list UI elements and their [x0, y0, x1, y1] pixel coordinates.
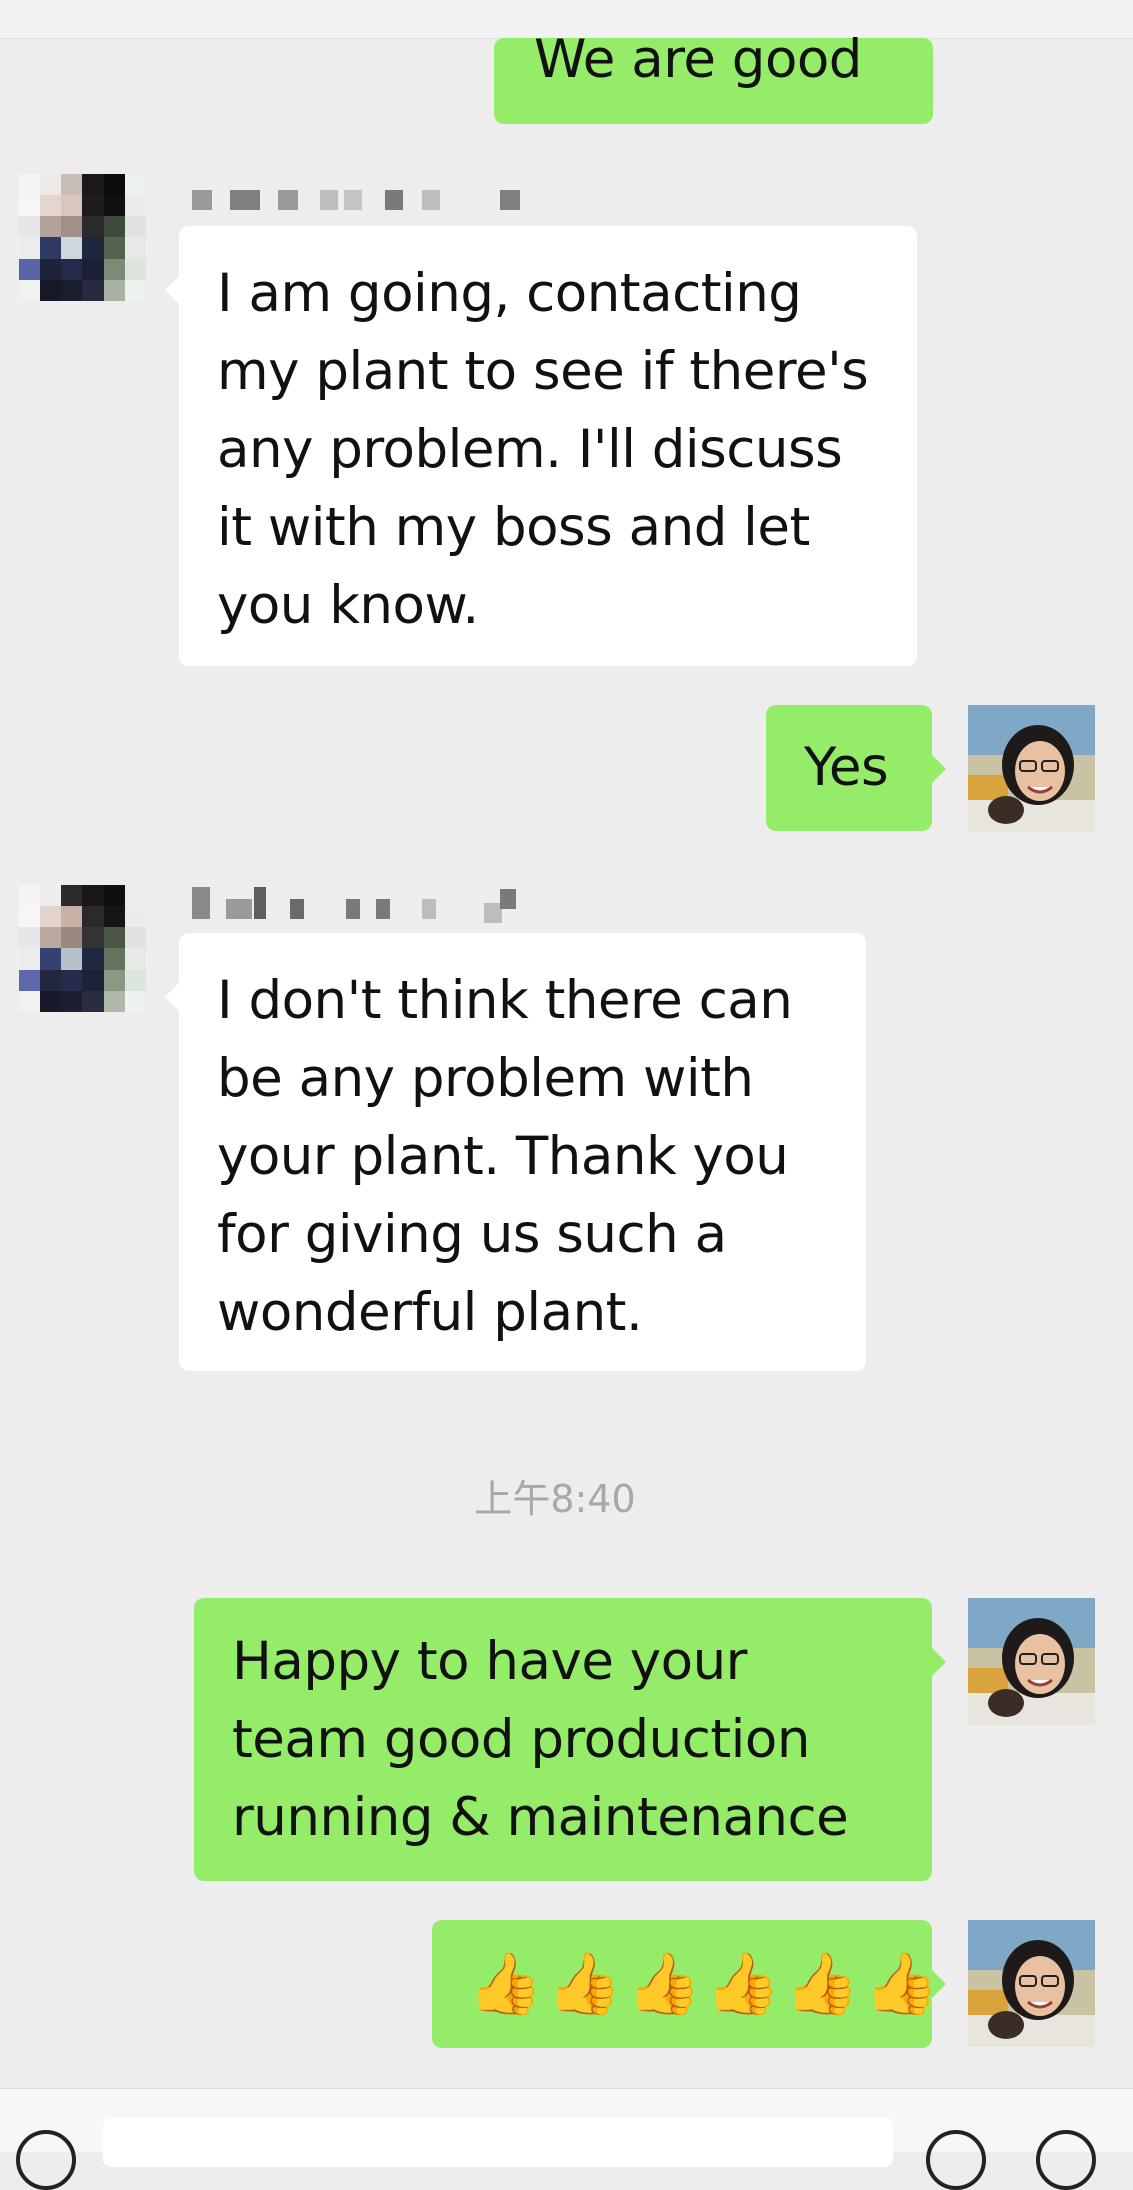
own-avatar[interactable]	[968, 1598, 1095, 1725]
thumbs-up-icon: 👍	[784, 1949, 860, 2019]
message-timestamp: 上午8:40	[474, 1477, 636, 1521]
message-bubble-incoming[interactable]: I am going, contacting my plant to see i…	[165, 226, 917, 666]
message-input[interactable]	[103, 2117, 893, 2167]
own-avatar-image	[968, 1598, 1095, 1725]
emoji-icon[interactable]	[926, 2130, 986, 2190]
own-avatar-image	[968, 705, 1095, 832]
message-line: Happy to have your	[232, 1631, 747, 1692]
own-avatar[interactable]	[968, 1920, 1095, 2047]
own-avatar-image	[968, 1920, 1095, 2047]
thumbs-up-icon: 👍	[705, 1949, 781, 2019]
message-bubble-outgoing[interactable]: Happy to have your team good production …	[194, 1598, 946, 1881]
message-bubble-outgoing[interactable]: Yes	[766, 705, 946, 831]
contact-name-blurred	[192, 887, 522, 923]
contact-avatar[interactable]	[19, 885, 146, 1012]
contact-avatar[interactable]	[19, 174, 146, 301]
thumbs-up-icon: 👍	[864, 1949, 939, 2019]
message-line: wonderful plant.	[217, 1282, 643, 1343]
message-line: any problem. I'll discuss	[217, 419, 843, 480]
plus-icon[interactable]	[1036, 2130, 1096, 2190]
message-line: running & maintenance	[232, 1787, 849, 1848]
message-line: your plant. Thank you	[217, 1126, 789, 1187]
message-line: for giving us such a	[217, 1204, 727, 1265]
thumbs-up-icon: 👍	[547, 1949, 622, 2019]
message-text: Yes	[804, 737, 889, 798]
message-bubble-outgoing-emoji[interactable]: 👍 👍 👍 👍 👍 👍	[432, 1920, 946, 2048]
voice-icon[interactable]	[16, 2130, 76, 2190]
message-line: team good production	[232, 1709, 810, 1770]
contact-name-blurred	[192, 190, 522, 212]
message-bubble-outgoing[interactable]: We are good	[494, 33, 933, 124]
thumbs-up-icon: 👍	[468, 1949, 543, 2019]
own-avatar[interactable]	[968, 705, 1095, 832]
message-text: We are good	[534, 29, 862, 90]
message-line: I am going, contacting	[217, 263, 802, 324]
thumbs-up-icon: 👍	[626, 1949, 701, 2019]
message-line: I don't think there can	[217, 970, 793, 1031]
message-line: be any problem with	[217, 1048, 754, 1109]
message-bubble-incoming[interactable]: I don't think there can be any problem w…	[165, 933, 866, 1371]
message-line: my plant to see if there's	[217, 341, 869, 402]
message-line: it with my boss and let	[217, 497, 810, 558]
message-line: you know.	[217, 575, 479, 636]
